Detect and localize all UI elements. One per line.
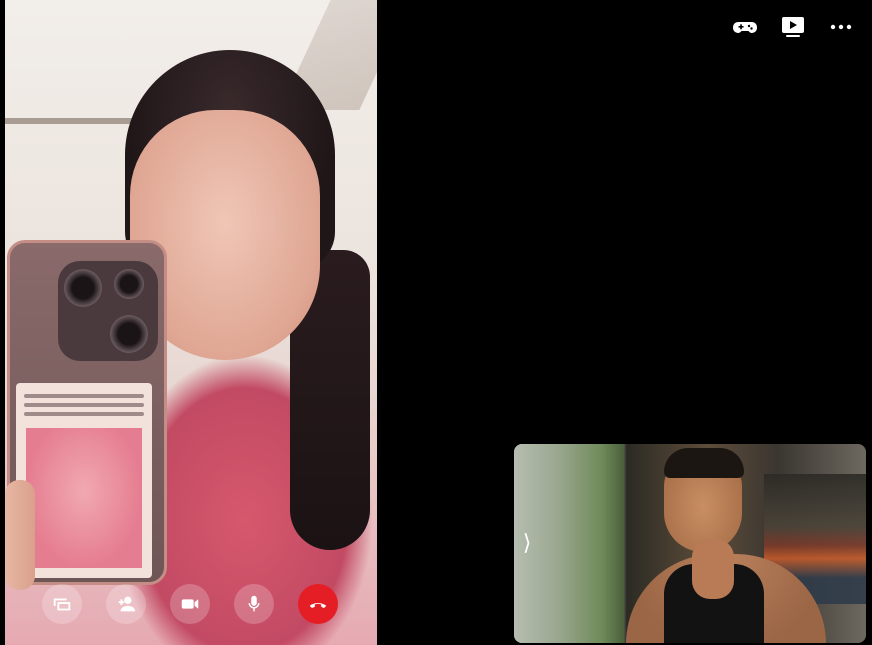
camera-lens bbox=[110, 315, 148, 353]
collapse-self-view-toggle[interactable]: ⟩ bbox=[518, 528, 536, 558]
top-toolbar bbox=[732, 14, 854, 40]
self-view-video[interactable]: ⟩ bbox=[514, 444, 866, 643]
camera-lens bbox=[114, 269, 144, 299]
more-options-button[interactable] bbox=[828, 14, 854, 40]
play-screen-icon bbox=[782, 17, 804, 37]
video-toggle-button[interactable] bbox=[170, 584, 210, 624]
call-controls-bar bbox=[42, 584, 338, 624]
add-person-icon bbox=[118, 596, 136, 612]
card-text-lines bbox=[24, 389, 144, 421]
more-dots-icon bbox=[830, 24, 852, 30]
gamepad-icon bbox=[733, 22, 757, 33]
watch-together-button[interactable] bbox=[780, 14, 806, 40]
participant-finger bbox=[5, 480, 35, 590]
microphone-icon bbox=[248, 595, 260, 612]
cast-screen-icon bbox=[53, 598, 71, 611]
phone-case-photo-card bbox=[16, 383, 152, 578]
share-screen-button[interactable] bbox=[42, 584, 82, 624]
hang-up-icon bbox=[309, 603, 327, 609]
camera-lens bbox=[64, 269, 102, 307]
self-participant-hair bbox=[664, 448, 744, 478]
remote-participant-video bbox=[5, 0, 377, 645]
phone-camera-bump bbox=[58, 261, 158, 361]
graduation-photo bbox=[26, 428, 142, 568]
video-camera-icon bbox=[181, 599, 199, 609]
self-participant-hand bbox=[692, 539, 734, 599]
microphone-toggle-button[interactable] bbox=[234, 584, 274, 624]
add-participant-button[interactable] bbox=[106, 584, 146, 624]
games-button[interactable] bbox=[732, 14, 758, 40]
end-call-button[interactable] bbox=[298, 584, 338, 624]
